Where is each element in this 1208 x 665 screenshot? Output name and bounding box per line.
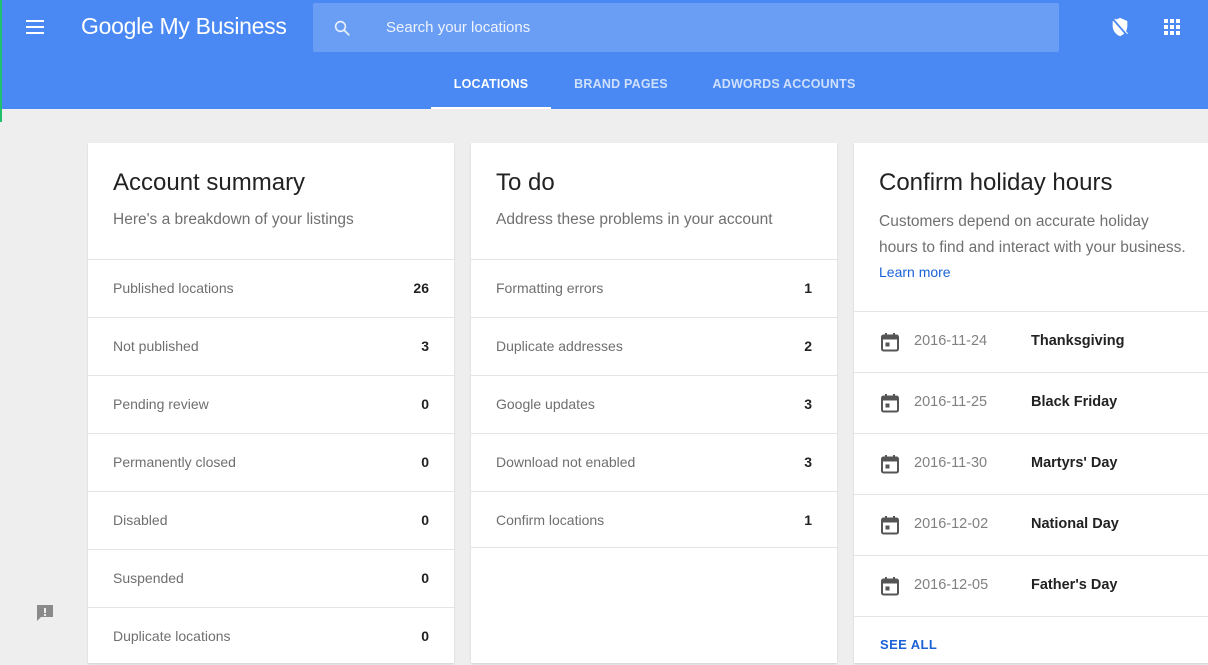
card-title: Account summary: [113, 169, 306, 196]
row-label: Not published: [113, 338, 199, 354]
card-subtitle: Here's a breakdown of your listings: [113, 211, 354, 228]
row-label: Suspended: [113, 570, 184, 586]
row-label: Formatting errors: [496, 280, 604, 296]
feedback-icon[interactable]: [35, 603, 55, 623]
row-count: 1: [804, 280, 812, 296]
holiday-list: 2016-11-24 Thanksgiving 2016-11-25 Black…: [854, 311, 1208, 618]
summary-row-pending-review[interactable]: Pending review 0: [88, 375, 454, 433]
row-count: 2: [804, 338, 812, 354]
todo-row-confirm-locations[interactable]: Confirm locations 1: [471, 491, 837, 549]
summary-row-suspended[interactable]: Suspended 0: [88, 549, 454, 607]
holiday-name: Martyrs' Day: [1031, 455, 1118, 471]
todo-row-formatting-errors[interactable]: Formatting errors 1: [471, 259, 837, 317]
summary-row-disabled[interactable]: Disabled 0: [88, 491, 454, 549]
search-box[interactable]: [313, 3, 1059, 52]
todo-row-download-not-enabled[interactable]: Download not enabled 3: [471, 433, 837, 491]
window-edge: [0, 0, 2, 122]
card-subtitle: Address these problems in your account: [496, 211, 773, 228]
holiday-row-thanksgiving[interactable]: 2016-11-24 Thanksgiving: [854, 311, 1208, 372]
card-title: To do: [496, 169, 555, 196]
holiday-description: Customers depend on accurate holiday hou…: [879, 209, 1189, 286]
row-label: Duplicate addresses: [496, 338, 623, 354]
holiday-date: 2016-12-02: [914, 516, 989, 532]
card-title: Confirm holiday hours: [879, 169, 1113, 196]
menu-icon[interactable]: [24, 18, 46, 36]
todo-row-duplicate-addresses[interactable]: Duplicate addresses 2: [471, 317, 837, 375]
holiday-date: 2016-11-30: [914, 455, 988, 471]
row-count: 3: [804, 396, 812, 412]
summary-row-published[interactable]: Published locations 26: [88, 259, 454, 317]
search-input[interactable]: [386, 3, 1026, 52]
row-label: Google updates: [496, 396, 595, 412]
search-icon[interactable]: [333, 19, 351, 37]
holiday-row-national-day[interactable]: 2016-12-02 National Day: [854, 494, 1208, 555]
tab-locations[interactable]: LOCATIONS: [431, 60, 551, 109]
row-label: Duplicate locations: [113, 628, 231, 644]
shield-icon[interactable]: [1109, 16, 1131, 38]
account-summary-card: Account summary Here's a breakdown of yo…: [88, 143, 454, 663]
summary-row-not-published[interactable]: Not published 3: [88, 317, 454, 375]
todo-card: To do Address these problems in your acc…: [471, 143, 837, 663]
row-count: 3: [804, 454, 812, 470]
summary-list: Published locations 26 Not published 3 P…: [88, 259, 454, 665]
holiday-name: Father's Day: [1031, 577, 1118, 593]
summary-row-duplicate-locations[interactable]: Duplicate locations 0: [88, 607, 454, 665]
holiday-date: 2016-11-24: [914, 333, 988, 349]
row-label: Published locations: [113, 280, 234, 296]
row-count: 0: [421, 570, 429, 586]
holiday-row-fathers-day[interactable]: 2016-12-05 Father's Day: [854, 555, 1208, 616]
row-count: 1: [804, 512, 812, 528]
brand-title[interactable]: Google My Business: [81, 13, 287, 40]
holiday-date: 2016-11-25: [914, 394, 988, 410]
row-count: 0: [421, 454, 429, 470]
calendar-icon: [881, 394, 899, 413]
row-label: Confirm locations: [496, 512, 605, 528]
row-label: Permanently closed: [113, 454, 236, 470]
holiday-name: National Day: [1031, 516, 1119, 532]
holiday-row-martyrs-day[interactable]: 2016-11-30 Martyrs' Day: [854, 433, 1208, 494]
holiday-row-black-friday[interactable]: 2016-11-25 Black Friday: [854, 372, 1208, 433]
tab-bar: LOCATIONS BRAND PAGES ADWORDS ACCOUNTS: [0, 60, 1208, 109]
holiday-name: Black Friday: [1031, 394, 1118, 410]
todo-list: Formatting errors 1 Duplicate addresses …: [471, 259, 837, 549]
learn-more-link[interactable]: Learn more: [879, 264, 951, 280]
holiday-description-text: Customers depend on accurate holiday hou…: [879, 213, 1186, 256]
row-label: Pending review: [113, 396, 209, 412]
row-count: 0: [421, 396, 429, 412]
apps-grid-icon[interactable]: [1163, 18, 1181, 36]
divider: [854, 616, 1208, 618]
tab-adwords-accounts[interactable]: ADWORDS ACCOUNTS: [704, 60, 864, 109]
holiday-date: 2016-12-05: [914, 577, 989, 593]
app-bar: Google My Business LOCATIONS BRAND PAGES…: [0, 0, 1208, 109]
row-label: Disabled: [113, 512, 168, 528]
row-count: 0: [421, 628, 429, 644]
row-count: 3: [421, 338, 429, 354]
calendar-icon: [881, 455, 899, 474]
holiday-name: Thanksgiving: [1031, 333, 1125, 349]
row-count: 26: [413, 280, 429, 296]
calendar-icon: [881, 516, 899, 535]
row-label: Download not enabled: [496, 454, 636, 470]
todo-row-google-updates[interactable]: Google updates 3: [471, 375, 837, 433]
see-all-link[interactable]: SEE ALL: [880, 637, 937, 652]
tab-brand-pages[interactable]: BRAND PAGES: [566, 60, 676, 109]
holiday-hours-card: Confirm holiday hours Customers depend o…: [854, 143, 1208, 663]
divider: [471, 547, 837, 548]
row-count: 0: [421, 512, 429, 528]
calendar-icon: [881, 577, 899, 596]
summary-row-permanently-closed[interactable]: Permanently closed 0: [88, 433, 454, 491]
calendar-icon: [881, 333, 899, 352]
